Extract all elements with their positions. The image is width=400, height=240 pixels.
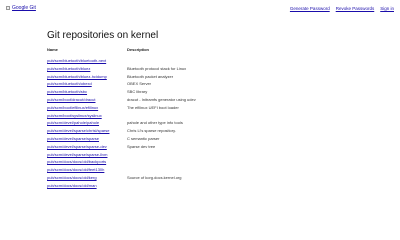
table-row: pub/scm/docs/docs/old/feet130h — [47, 166, 247, 174]
repo-link[interactable]: pub/scm/devel/sparse/chrisl/sparse — [47, 128, 109, 133]
top-bar: Google Git Generate Password Revoke Pass… — [0, 0, 400, 16]
repo-name-cell: pub/scm/boot/dracut/dracut — [47, 96, 127, 104]
table-row: pub/scm/bluetooth/bluetooth-next — [47, 57, 247, 65]
logo-alt-text: Google Git — [12, 5, 36, 11]
repo-description: The efilinux UEFI boot loader — [127, 104, 179, 110]
repo-link[interactable]: pub/scm/docs/docs/old/feet130h — [47, 167, 104, 172]
repo-name-cell: pub/scm/boot/efilinux/efilinux — [47, 104, 127, 112]
repo-name-cell: pub/scm/docs/docs/old/feet130h — [47, 166, 127, 174]
table-row: pub/scm/bluetooth/bluez Bluetooth protoco… — [47, 65, 247, 73]
generate-password-link[interactable]: Generate Password — [290, 6, 330, 11]
repo-name-cell: pub/scm/devel/sparse/sparse-llvm — [47, 151, 127, 159]
table-row: pub/scm/boot/efilinux/efilinux The efilin… — [47, 104, 247, 112]
repo-name-cell: pub/scm/docs/docs/old/kerg — [47, 174, 127, 182]
repo-description — [127, 57, 247, 65]
column-header-description: Description — [127, 47, 150, 52]
repo-description: Sparse dev tree — [127, 143, 156, 149]
google-git-logo[interactable]: Google Git — [6, 5, 36, 11]
repo-link[interactable]: pub/scm/bluetooth/bluez-hcidump — [47, 74, 107, 79]
repo-link[interactable]: pub/scm/docs/docs/old/kerg — [47, 175, 97, 180]
table-row: pub/scm/boot/syslinux/syslinux — [47, 112, 247, 120]
repo-link[interactable]: pub/scm/docs/docs/old/man — [47, 183, 97, 188]
repo-link[interactable]: pub/scm/bluetooth/obexd — [47, 81, 92, 86]
repo-description: Bluetooth packet analyzer — [127, 73, 174, 79]
repo-link[interactable]: pub/scm/devel/sparse/sparse — [47, 136, 99, 141]
repo-description: C semantic parser — [127, 135, 160, 141]
table-row: pub/scm/devel/pahole/pahole pahole and ot… — [47, 119, 247, 127]
header-nav: Generate Password Revoke Passwords Sign … — [290, 6, 394, 11]
table-row: pub/scm/bluetooth/bluez-hcidump Bluetooth… — [47, 73, 247, 81]
table-row: pub/scm/devel/sparse/sparse-dev Sparse de… — [47, 143, 247, 151]
repo-link[interactable]: pub/scm/bluetooth/bluetooth-next — [47, 58, 106, 63]
repo-description — [127, 158, 247, 166]
table-row: pub/scm/devel/sparse/chrisl/sparse Chris … — [47, 127, 247, 135]
table-row: pub/scm/bluetooth/sbc SBC library — [47, 88, 247, 96]
repo-link[interactable]: pub/scm/boot/syslinux/syslinux — [47, 113, 102, 118]
table-row: pub/scm/docs/docs/old/man — [47, 182, 247, 190]
table-row: pub/scm/bluetooth/obexd OBEX Server — [47, 80, 247, 88]
repo-name-cell: pub/scm/bluetooth/bluez-hcidump — [47, 73, 127, 81]
repo-link[interactable]: pub/scm/devel/sparse/sparse-dev — [47, 144, 107, 149]
repo-description: Chris Li's sparse repository. — [127, 128, 176, 134]
repo-name-cell: pub/scm/boot/syslinux/syslinux — [47, 112, 127, 120]
revoke-passwords-link[interactable]: Revoke Passwords — [336, 6, 375, 11]
repo-link[interactable]: pub/scm/devel/pahole/pahole — [47, 120, 99, 125]
repo-description — [127, 112, 247, 120]
table-row: pub/scm/devel/sparse/sparse C semantic pa… — [47, 135, 247, 143]
repo-description: pahole and other type info tools — [127, 120, 183, 126]
repo-link[interactable]: pub/scm/bluetooth/bluez — [47, 66, 90, 71]
repo-name-cell: pub/scm/devel/pahole/pahole — [47, 119, 127, 127]
repository-table: Name Description pub/scm/bluetooth/bluet… — [47, 48, 247, 190]
repo-description: Bluetooth protocol stack for Linux — [127, 65, 187, 71]
repository-list: pub/scm/bluetooth/bluetooth-next pub/scm/… — [47, 57, 247, 190]
repo-description — [127, 182, 247, 190]
table-row: pub/scm/devel/sparse/sparse-llvm — [47, 151, 247, 159]
repo-description — [127, 166, 247, 174]
broken-image-icon — [6, 6, 10, 10]
column-header-name: Name — [47, 47, 58, 52]
table-row: pub/scm/boot/dracut/dracut dracut - Initr… — [47, 96, 247, 104]
repo-name-cell: pub/scm/devel/sparse/sparse — [47, 135, 127, 143]
repo-link[interactable]: pub/scm/boot/efilinux/efilinux — [47, 105, 98, 110]
sign-in-link[interactable]: Sign in — [380, 6, 394, 11]
repo-name-cell: pub/scm/bluetooth/obexd — [47, 80, 127, 88]
repo-description: dracut - Initramfs generator using udev — [127, 96, 196, 102]
table-header-row: Name Description — [47, 48, 247, 57]
repo-description: SBC library — [127, 89, 148, 95]
repo-name-cell: pub/scm/docs/docs/old/man — [47, 182, 127, 190]
page-title: Git repositories on kernel — [47, 30, 159, 41]
repo-name-cell: pub/scm/bluetooth/sbc — [47, 88, 127, 96]
repo-link[interactable]: pub/scm/boot/dracut/dracut — [47, 97, 95, 102]
repo-description: OBEX Server — [127, 81, 152, 87]
repo-link[interactable]: pub/scm/docs/docs/old/backports — [47, 159, 106, 164]
repo-description: Source of korg.docs.kernel.org — [127, 174, 182, 180]
table-row: pub/scm/docs/docs/old/backports — [47, 158, 247, 166]
repo-name-cell: pub/scm/docs/docs/old/backports — [47, 158, 127, 166]
repo-link[interactable]: pub/scm/bluetooth/sbc — [47, 89, 87, 94]
repo-name-cell: pub/scm/bluetooth/bluez — [47, 65, 127, 73]
repo-name-cell: pub/scm/devel/sparse/sparse-dev — [47, 143, 127, 151]
repo-description — [127, 151, 247, 159]
repo-name-cell: pub/scm/devel/sparse/chrisl/sparse — [47, 127, 127, 135]
table-row: pub/scm/docs/docs/old/kerg Source of korg… — [47, 174, 247, 182]
repo-link[interactable]: pub/scm/devel/sparse/sparse-llvm — [47, 152, 107, 157]
repo-name-cell: pub/scm/bluetooth/bluetooth-next — [47, 57, 127, 65]
